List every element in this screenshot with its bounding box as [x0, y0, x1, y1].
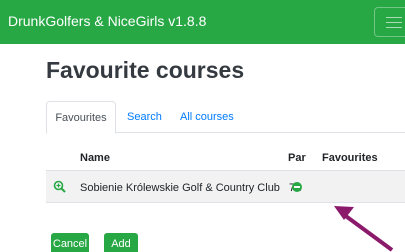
annotation-arrow-icon [334, 206, 394, 252]
